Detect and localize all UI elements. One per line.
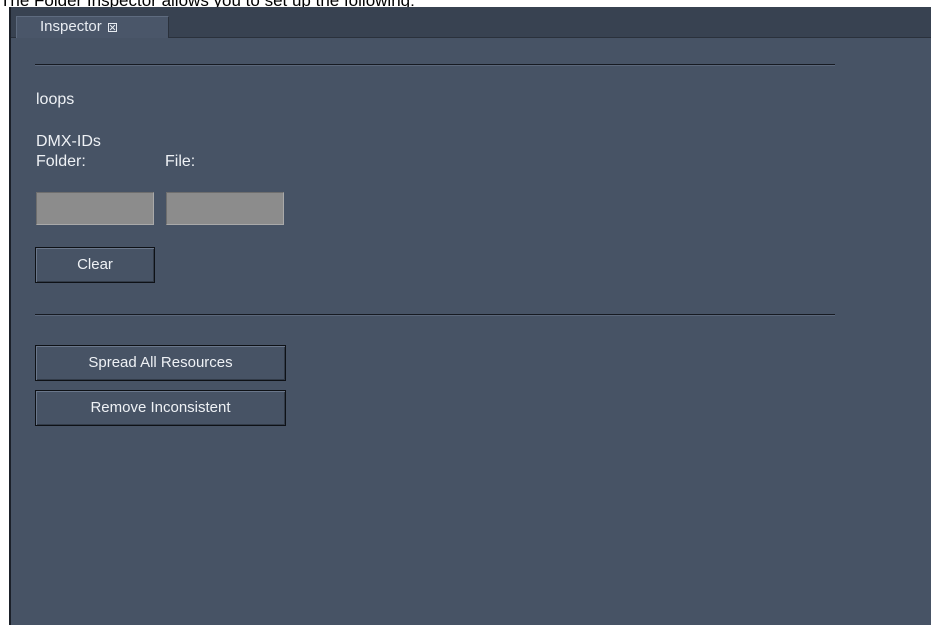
spread-all-resources-button[interactable]: Spread All Resources xyxy=(35,345,286,381)
folder-label: Folder: xyxy=(36,153,86,170)
separator-middle xyxy=(35,314,835,316)
loops-label: loops xyxy=(36,91,75,108)
folder-id-field[interactable] xyxy=(36,192,154,225)
tab-label: Inspector xyxy=(40,18,102,35)
remove-inconsistent-button[interactable]: Remove Inconsistent xyxy=(35,390,286,426)
dmx-ids-label: DMX-IDs xyxy=(36,133,101,150)
file-label: File: xyxy=(165,153,196,170)
separator-top xyxy=(35,64,835,66)
tab-inspector[interactable]: Inspector xyxy=(16,16,169,38)
tab-bar: Inspector xyxy=(11,7,931,38)
close-icon[interactable] xyxy=(107,23,117,32)
file-id-field[interactable] xyxy=(166,192,284,225)
clear-button[interactable]: Clear xyxy=(35,247,155,283)
inspector-window: Inspector loops DMX-IDs Folder: File: Cl… xyxy=(9,7,931,625)
